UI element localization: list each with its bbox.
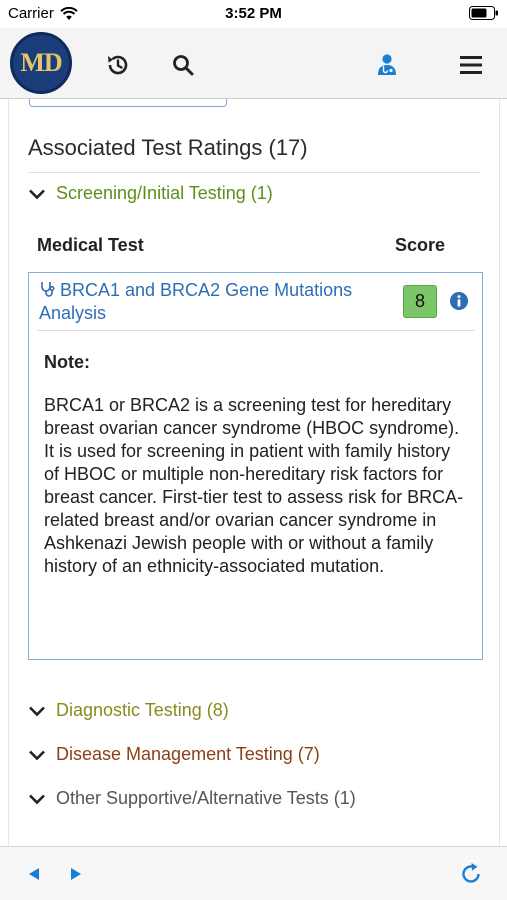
accordion-diagnostic[interactable]: Diagnostic Testing (8) (28, 700, 229, 721)
forward-arrow-icon (71, 868, 81, 880)
menu-icon (460, 56, 482, 74)
title-divider (28, 172, 481, 173)
battery-icon (469, 6, 499, 24)
forward-button[interactable] (62, 860, 90, 888)
search-button[interactable] (168, 50, 198, 80)
note-label: Note: (44, 352, 90, 372)
test-link[interactable]: BRCA1 and BRCA2 Gene Mutations Analysis (39, 279, 379, 325)
accordion-other[interactable]: Other Supportive/Alternative Tests (1) (28, 788, 356, 809)
note-text: BRCA1 or BRCA2 is a screening test for h… (44, 395, 464, 576)
refresh-icon (462, 863, 480, 883)
test-divider (37, 330, 475, 331)
doctor-button[interactable] (372, 50, 402, 80)
back-button[interactable] (20, 860, 48, 888)
chevron-down-icon (29, 750, 45, 760)
accordion-screening-label: Screening/Initial Testing (1) (56, 183, 273, 203)
nav-bar: MD (0, 28, 507, 99)
history-button[interactable] (103, 50, 133, 80)
test-card: BRCA1 and BRCA2 Gene Mutations Analysis … (28, 272, 483, 660)
stethoscope-icon (41, 282, 55, 297)
logo-text: MD (20, 48, 62, 77)
menu-button[interactable] (456, 50, 486, 80)
status-bar: Carrier 3:52 PM (0, 0, 507, 28)
refresh-button[interactable] (457, 860, 485, 888)
info-icon[interactable] (449, 291, 469, 311)
accordion-screening[interactable]: Screening/Initial Testing (1) (28, 183, 273, 204)
accordion-diagnostic-label: Diagnostic Testing (8) (56, 700, 229, 720)
partial-input-box (29, 99, 227, 107)
accordion-management-label: Disease Management Testing (7) (56, 744, 320, 764)
chevron-down-icon (29, 794, 45, 804)
chevron-down-icon (29, 706, 45, 716)
bottom-toolbar (0, 846, 507, 900)
back-arrow-icon (29, 868, 39, 880)
app-logo[interactable]: MD (10, 32, 72, 94)
accordion-other-label: Other Supportive/Alternative Tests (1) (56, 788, 356, 808)
chevron-down-icon (29, 189, 45, 199)
test-name: BRCA1 and BRCA2 Gene Mutations Analysis (39, 280, 353, 323)
history-icon (108, 55, 128, 75)
search-icon (173, 55, 194, 76)
doctor-icon (378, 54, 396, 75)
accordion-management[interactable]: Disease Management Testing (7) (28, 744, 320, 765)
column-header-test: Medical Test (37, 235, 144, 255)
section-title: Associated Test Ratings (17) (28, 135, 308, 160)
status-time: 3:52 PM (225, 5, 282, 22)
column-header-score: Score (395, 235, 446, 255)
main-content[interactable]: Associated Test Ratings (17) Screening/I… (8, 99, 500, 846)
score-badge: 8 (403, 285, 437, 318)
